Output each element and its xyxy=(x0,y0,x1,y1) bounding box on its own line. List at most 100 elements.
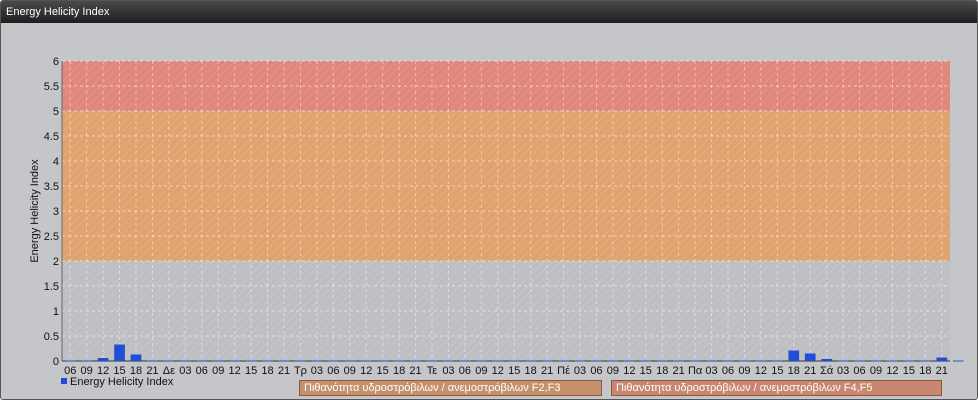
series-swatch-icon xyxy=(61,378,67,384)
data-bar xyxy=(393,360,405,362)
data-bar xyxy=(558,360,569,362)
data-bar xyxy=(607,360,619,362)
legend-zone-f4f5-label: Πιθανότητα υδροστρόβιλων / ανεμοστρόβιλω… xyxy=(616,382,873,394)
x-tick-label: 21 xyxy=(804,365,816,377)
x-tick-label: 18 xyxy=(788,365,800,377)
data-bar xyxy=(245,360,257,362)
data-bar xyxy=(327,360,339,362)
y-tick-label: 6 xyxy=(53,56,59,68)
y-tick-label: 5 xyxy=(53,106,59,118)
x-tick-label: 15 xyxy=(771,365,783,377)
x-tick-label: Σά xyxy=(820,365,834,377)
data-bar xyxy=(212,360,224,362)
x-tick-label: 18 xyxy=(656,365,668,377)
data-bar xyxy=(722,360,734,362)
data-bar xyxy=(426,360,438,362)
x-tick-label: 03 xyxy=(442,365,454,377)
data-bar xyxy=(541,360,553,362)
x-tick-label: Πα xyxy=(688,365,703,377)
data-bar xyxy=(771,360,783,362)
data-bar xyxy=(508,360,520,362)
y-tick-label: 0 xyxy=(53,356,59,368)
x-tick-label: 21 xyxy=(541,365,553,377)
x-tick-label: 03 xyxy=(179,365,191,377)
data-bar xyxy=(739,360,750,362)
data-bar xyxy=(344,360,356,362)
y-tick-label: 5.5 xyxy=(44,81,59,93)
data-bar xyxy=(706,360,717,362)
x-tick-label: 06 xyxy=(327,365,339,377)
data-bar xyxy=(262,360,273,362)
legend-zone-f2f3[interactable]: Πιθανότητα υδροστρόβιλων / ανεμοστρόβιλω… xyxy=(299,380,602,396)
energy-helicity-chart: 00.511.522.533.544.555.5606 09 12 15 18 21 Δε 0… xyxy=(29,56,964,377)
x-tick-label: 15 xyxy=(245,365,257,377)
data-bar xyxy=(229,360,241,362)
data-bar xyxy=(591,360,602,362)
x-tick-label: 15 xyxy=(508,365,520,377)
data-bar xyxy=(919,360,931,362)
chart-area: 0 0.5 1 1.5 2 2.5 3 3.5 4 4.5 5 5.5 6 06 09 12 15 18 21 Δε 0… xyxy=(1,23,977,399)
data-bar xyxy=(854,360,865,362)
chart-panel: Energy Helicity Index 0 0.5 1 1.5 2 2.5 3 3.5 4 4… xyxy=(0,0,978,400)
x-tick-label: 18 xyxy=(393,365,405,377)
x-tick-label: 03 xyxy=(311,365,323,377)
y-tick-label: 2 xyxy=(53,256,59,268)
x-tick-label: 09 xyxy=(607,365,619,377)
data-bar xyxy=(804,353,816,361)
x-tick-label: 06 xyxy=(459,365,471,377)
data-bar xyxy=(887,360,898,362)
data-bar xyxy=(295,360,306,362)
y-tick-label: 1.5 xyxy=(44,281,59,293)
y-tick-label: 0.5 xyxy=(44,331,59,343)
x-tick-label: 21 xyxy=(278,365,290,377)
legend-zone-f4f5[interactable]: Πιθανότητα υδροστρόβιλων / ανεμοστρόβιλω… xyxy=(611,380,942,396)
x-tick-label: Τε xyxy=(427,365,438,377)
data-bar xyxy=(147,360,158,362)
y-tick-label: 2.5 xyxy=(44,231,59,243)
x-tick-label: 12 xyxy=(886,365,898,377)
data-bar xyxy=(870,360,882,362)
y-tick-label: 3.5 xyxy=(44,181,59,193)
data-bar xyxy=(278,360,290,362)
x-tick-label: Πέ xyxy=(557,365,570,377)
data-bar xyxy=(443,360,454,362)
data-bar xyxy=(788,350,800,361)
y-tick-label: 1 xyxy=(53,306,59,318)
x-tick-label: 09 xyxy=(344,365,356,377)
data-bar xyxy=(81,360,93,362)
data-bar xyxy=(574,360,586,362)
x-tick-label: 09 xyxy=(475,365,487,377)
data-bar xyxy=(755,360,767,362)
data-bar xyxy=(475,360,487,362)
data-bar xyxy=(179,360,191,362)
x-tick-label: 12 xyxy=(755,365,767,377)
x-tick-label: 09 xyxy=(738,365,750,377)
x-tick-label: 15 xyxy=(640,365,652,377)
data-bar xyxy=(114,344,125,361)
x-tick-label: 12 xyxy=(623,365,635,377)
x-tick-label: 03 xyxy=(705,365,717,377)
data-bar xyxy=(525,360,537,362)
legend-series-item[interactable]: Energy Helicity Index xyxy=(61,376,173,388)
x-tick-label: 18 xyxy=(919,365,931,377)
x-tick-label: 18 xyxy=(261,365,273,377)
x-tick-label: 03 xyxy=(837,365,849,377)
x-tick-label: 09 xyxy=(212,365,224,377)
y-axis-label: Energy Helicity Index xyxy=(29,159,41,263)
data-bar xyxy=(673,360,685,362)
data-bar xyxy=(163,360,175,362)
x-tick-label: Τρ xyxy=(294,365,307,377)
legend-zone-f2f3-label: Πιθανότητα υδροστρόβιλων / ανεμοστρόβιλω… xyxy=(304,382,561,394)
data-bar xyxy=(656,360,668,362)
data-bar xyxy=(640,360,652,362)
x-tick-label: 06 xyxy=(722,365,734,377)
data-bar xyxy=(837,360,849,362)
x-tick-label: 15 xyxy=(377,365,389,377)
x-tick-label: 12 xyxy=(229,365,241,377)
x-tick-label: 12 xyxy=(492,365,504,377)
data-bar xyxy=(492,360,504,362)
x-tick-label: 06 xyxy=(196,365,208,377)
x-tick-label: 21 xyxy=(936,365,948,377)
data-bar xyxy=(936,357,948,361)
x-tick-label: 06 xyxy=(590,365,602,377)
